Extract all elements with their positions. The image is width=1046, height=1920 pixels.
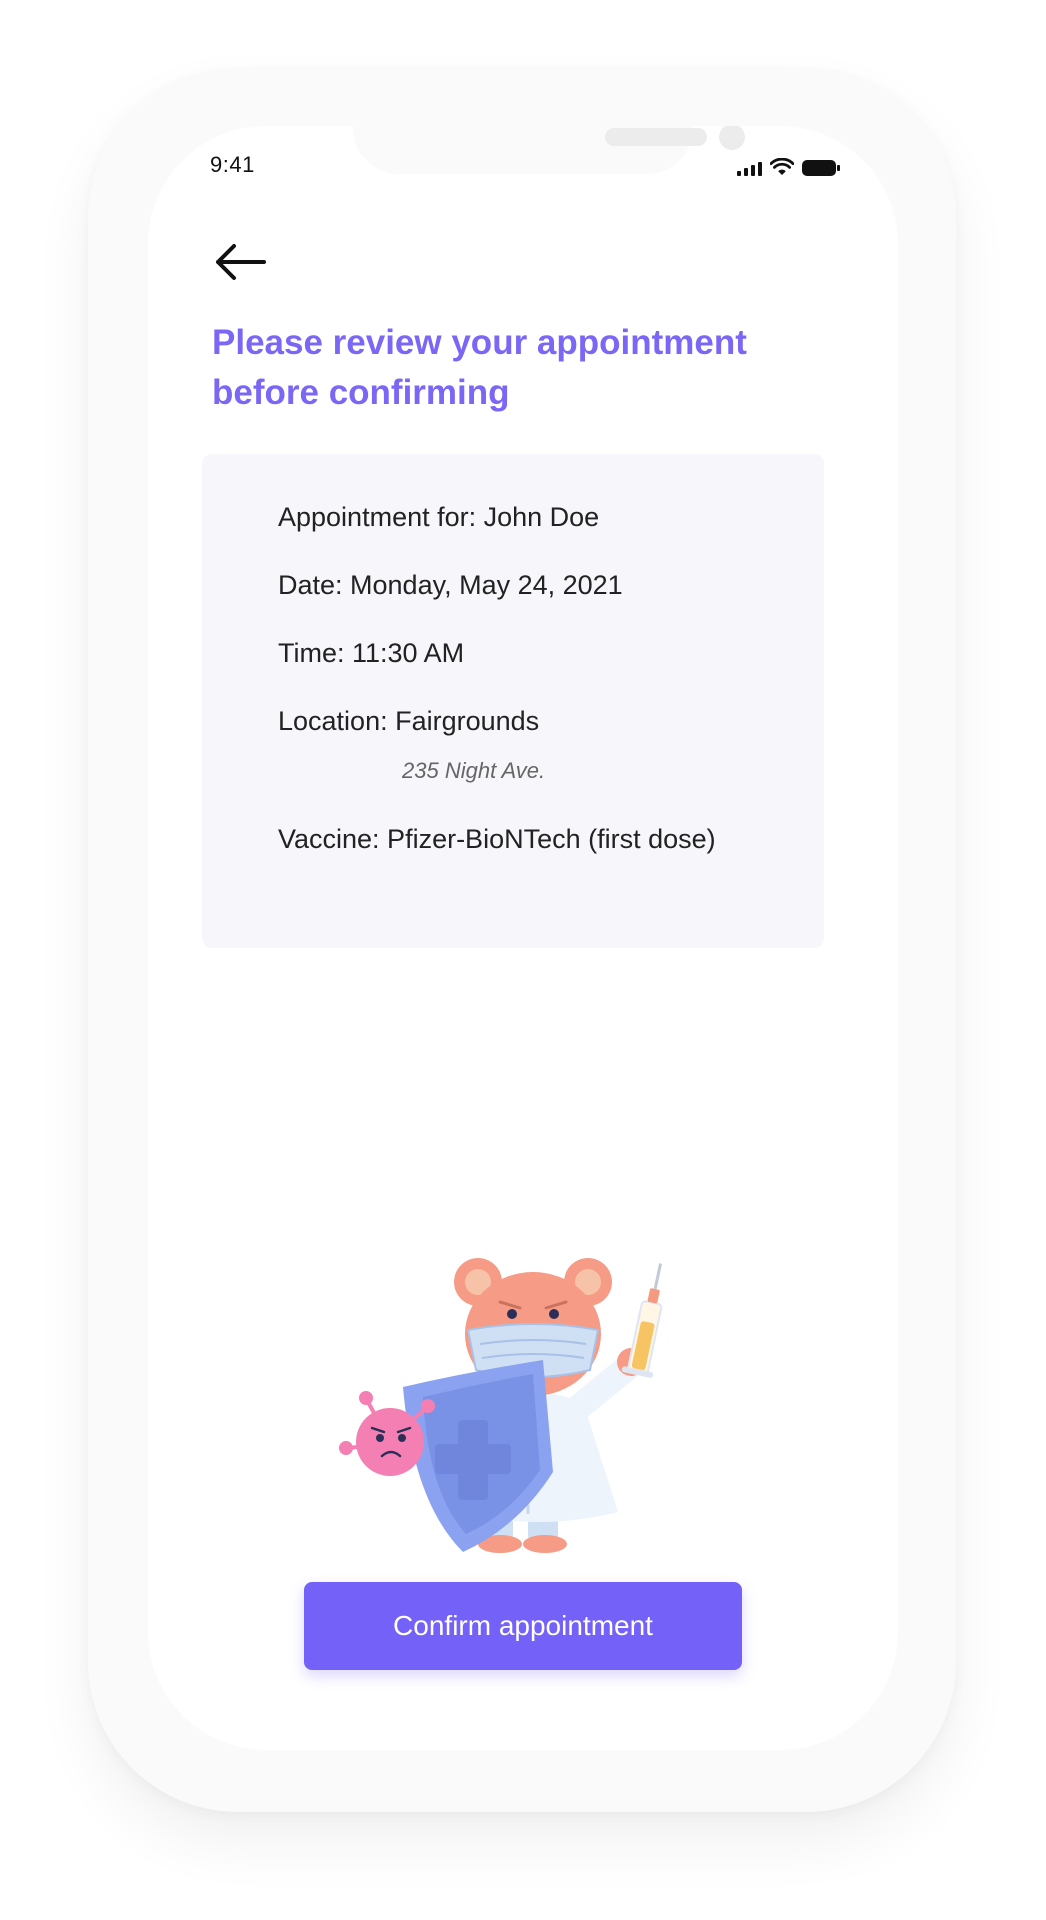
appointment-summary-card: Appointment for: John Doe Date: Monday, … bbox=[202, 454, 824, 948]
appointment-for: Appointment for: John Doe bbox=[278, 502, 600, 532]
back-button[interactable] bbox=[208, 236, 272, 288]
mockup-stage: 9:41 Please review your appointment befo… bbox=[0, 0, 1046, 1920]
arrow-left-icon bbox=[216, 244, 266, 280]
location-address: 235 Night Ave. bbox=[402, 758, 546, 783]
status-icons bbox=[737, 156, 840, 176]
confirm-appointment-button[interactable]: Confirm appointment bbox=[304, 1582, 742, 1670]
appointment-vaccine: Vaccine: Pfizer-BioNTech (first dose) bbox=[278, 824, 716, 854]
signal-icon bbox=[737, 160, 762, 176]
phone-screen: 9:41 Please review your appointment befo… bbox=[148, 126, 898, 1750]
page-title: Please review your appointment before co… bbox=[212, 323, 747, 412]
front-camera bbox=[719, 126, 745, 150]
battery-icon bbox=[802, 160, 840, 176]
wifi-icon bbox=[770, 158, 794, 175]
speaker-grill bbox=[605, 128, 707, 146]
notch bbox=[353, 126, 745, 174]
status-time: 9:41 bbox=[210, 152, 255, 177]
appointment-time: Time: 11:30 AM bbox=[278, 638, 465, 668]
appointment-location: Location: Fairgrounds bbox=[278, 706, 540, 736]
appointment-date: Date: Monday, May 24, 2021 bbox=[278, 570, 623, 600]
bear-doctor-vaccine-illustration bbox=[339, 1258, 663, 1553]
